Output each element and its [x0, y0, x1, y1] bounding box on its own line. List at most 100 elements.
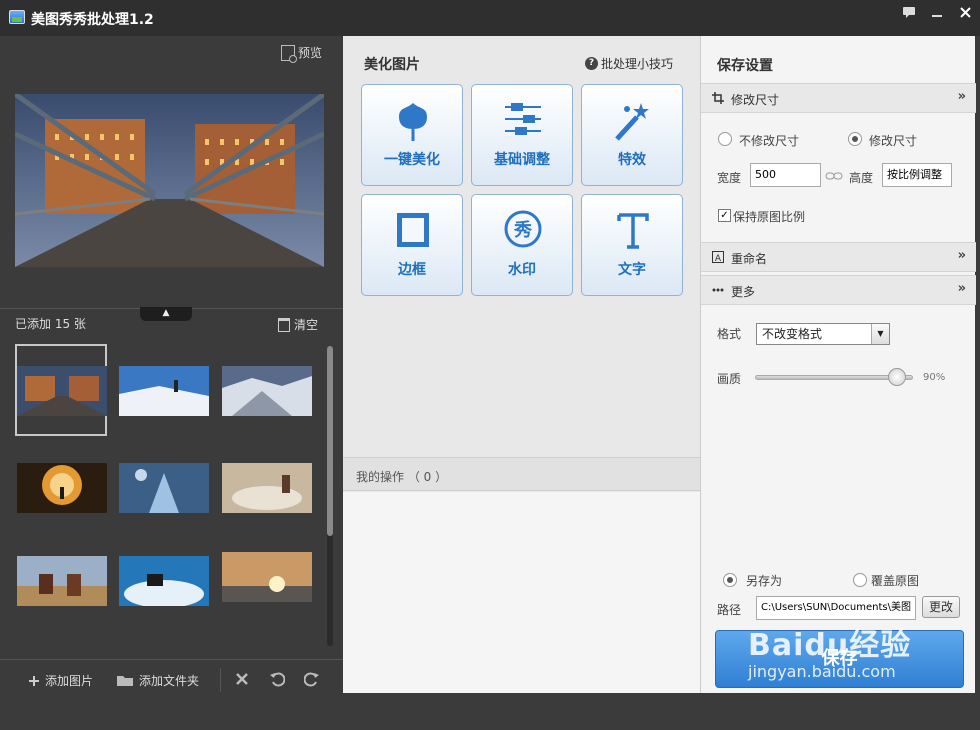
rotate-left-icon[interactable]	[269, 671, 286, 691]
chevron-down-icon: »	[957, 89, 966, 104]
watermark-icon: 秀	[504, 210, 542, 248]
add-image-label: 添加图片	[45, 674, 94, 688]
thumbnail-horses[interactable]	[17, 556, 107, 606]
link-icon	[825, 172, 843, 180]
effects-button[interactable]: 特效	[581, 84, 683, 186]
change-path-button[interactable]: 更改	[922, 596, 960, 618]
save-settings-panel: 保存设置 修改尺寸 » 不修改尺寸 修改尺寸 宽度 500 高度 按比例调整 ✓…	[700, 36, 976, 693]
quality-label: 画质	[717, 372, 742, 386]
thumbnail-snow-mountain[interactable]	[222, 366, 312, 416]
delete-icon[interactable]	[235, 671, 249, 690]
frame-button[interactable]: 边框	[361, 194, 463, 296]
tulip-icon	[399, 103, 427, 141]
magic-wand-icon	[615, 103, 649, 141]
chevron-down-icon[interactable]: ▼	[871, 324, 889, 344]
beautify-heading: 美化图片	[364, 57, 420, 73]
thumbnail-fantasy-rider[interactable]	[222, 463, 312, 513]
format-value: 不改变格式	[762, 327, 823, 341]
feedback-icon[interactable]	[896, 4, 922, 26]
minimize-button[interactable]	[924, 4, 950, 26]
thumbnail-ocean-sunset[interactable]	[222, 552, 312, 602]
collapse-preview-toggle[interactable]: ▲	[140, 307, 192, 321]
rotate-right-icon[interactable]	[303, 671, 320, 691]
rename-section-title: 重命名	[731, 252, 768, 266]
help-icon: ?	[585, 57, 598, 70]
more-dots-icon	[712, 288, 724, 292]
beautify-panel: 美化图片 ? 批处理小技巧 一键美化 基础调整 特效 边框 秀 水印 文字 我的…	[343, 36, 700, 693]
keep-ratio-checkbox[interactable]: ✓	[718, 209, 731, 222]
my-operations-list	[343, 492, 700, 693]
clear-label: 清空	[294, 318, 319, 332]
width-label: 宽度	[717, 171, 742, 185]
tool-label: 基础调整	[494, 152, 550, 168]
basic-adjust-button[interactable]: 基础调整	[471, 84, 573, 186]
tool-label: 一键美化	[384, 152, 440, 168]
save-settings-title: 保存设置	[717, 58, 773, 74]
overwrite-radio[interactable]	[853, 573, 867, 587]
chevron-right-icon: »	[957, 248, 966, 263]
more-section-header[interactable]: 更多 »	[701, 275, 976, 305]
rename-icon: A	[712, 251, 724, 263]
quality-value: 90%	[923, 372, 946, 383]
thumbnail-tunnel[interactable]	[17, 463, 107, 513]
trash-icon	[278, 317, 290, 332]
thumbnail-ice-creature[interactable]	[119, 463, 209, 513]
title-bar: 美图秀秀批处理1.2	[0, 0, 980, 36]
tool-label: 边框	[398, 262, 426, 278]
bottom-toolbar: 添加图片 添加文件夹	[0, 659, 343, 730]
thumbnail-bridge[interactable]	[17, 366, 107, 416]
scrollbar-thumb[interactable]	[327, 346, 333, 536]
my-operations-label: 我的操作 （ 0 ）	[356, 470, 448, 484]
baidu-watermark: Baidu经验 jingyan.baidu.com	[748, 620, 911, 681]
chevron-down-icon: »	[957, 281, 966, 296]
thumbnail-snow-hiker[interactable]	[119, 366, 209, 416]
batch-tips-link[interactable]: ? 批处理小技巧	[585, 55, 673, 72]
overwrite-label: 覆盖原图	[871, 574, 920, 588]
resize-radio[interactable]	[848, 132, 862, 146]
no-resize-label: 不修改尺寸	[739, 134, 800, 148]
quality-slider-knob[interactable]	[888, 368, 907, 386]
folder-icon	[117, 676, 133, 686]
thumbnail-scrollbar[interactable]	[327, 346, 333, 646]
my-operations-header: 我的操作 （ 0 ）	[343, 457, 700, 491]
save-as-radio[interactable]	[723, 573, 737, 587]
text-button[interactable]: 文字	[581, 194, 683, 296]
add-folder-label: 添加文件夹	[139, 674, 200, 688]
toolbar-separator	[220, 668, 221, 692]
app-logo-icon	[9, 10, 25, 24]
keep-ratio-label: 保持原图比例	[733, 210, 806, 224]
height-label: 高度	[849, 171, 874, 185]
tool-label: 文字	[618, 262, 646, 278]
frame-icon	[397, 213, 429, 247]
format-select[interactable]: 不改变格式 ▼	[756, 323, 890, 345]
crop-icon	[712, 92, 724, 104]
tool-label: 特效	[618, 152, 646, 168]
add-image-button[interactable]: 添加图片	[28, 672, 93, 689]
no-resize-radio[interactable]	[718, 132, 732, 146]
svg-text:秀: 秀	[513, 220, 532, 241]
one-click-beautify-button[interactable]: 一键美化	[361, 84, 463, 186]
watermark-button[interactable]: 秀 水印	[471, 194, 573, 296]
tips-label: 批处理小技巧	[601, 57, 674, 71]
path-input[interactable]: C:\Users\SUN\Documents\美图	[756, 596, 916, 620]
app-title: 美图秀秀批处理1.2	[31, 12, 154, 28]
watermark-brand: Baidu经验	[748, 628, 912, 663]
added-count-label: 已添加 15 张	[15, 317, 86, 331]
close-button[interactable]	[952, 4, 978, 26]
preview-icon	[281, 44, 297, 63]
thumbnail-jetski[interactable]	[119, 556, 209, 606]
resize-section-header[interactable]: 修改尺寸 »	[701, 83, 976, 113]
clear-button[interactable]: 清空	[278, 316, 318, 333]
height-input[interactable]: 按比例调整	[882, 163, 952, 187]
rename-section-header[interactable]: A 重命名 »	[701, 242, 976, 272]
text-icon	[617, 213, 649, 249]
plus-icon	[29, 675, 39, 686]
watermark-url: jingyan.baidu.com	[748, 662, 896, 681]
path-label: 路径	[717, 603, 742, 617]
sliders-icon	[505, 103, 541, 135]
preview-button[interactable]: 预览	[281, 44, 322, 63]
width-input[interactable]: 500	[750, 163, 821, 187]
format-label: 格式	[717, 327, 742, 341]
save-as-label: 另存为	[746, 574, 783, 588]
add-folder-button[interactable]: 添加文件夹	[116, 672, 199, 689]
